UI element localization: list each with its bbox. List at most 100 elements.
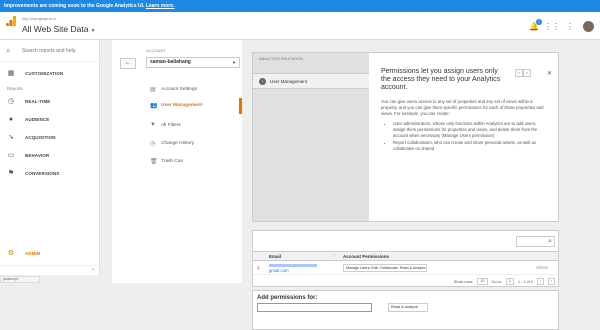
sidebar-item-label: ADMIN bbox=[25, 251, 41, 256]
apps-icon[interactable]: ⋮⋮ bbox=[544, 22, 560, 32]
person-icon: ● bbox=[8, 116, 14, 123]
analytics-logo-icon[interactable] bbox=[6, 16, 16, 26]
sidebar-item-label: REAL-TIME bbox=[25, 99, 51, 104]
more-vert-icon[interactable]: ⋮ bbox=[565, 22, 575, 32]
education-panel: ANALYTICS EDUCATION ! User Management Pe… bbox=[252, 52, 559, 222]
users-panel: ⌕ Email ↑ Account Permissions 1. gmail.c… bbox=[252, 230, 559, 287]
sidebar-item-label: BEHAVIOR bbox=[25, 153, 50, 158]
education-body: Permissions let you assign users only th… bbox=[369, 53, 558, 221]
goto-input[interactable]: 1 bbox=[505, 278, 514, 285]
table-header: Email ↑ Account Permissions bbox=[253, 251, 558, 261]
pagination: Show rows: 10 Go to: 1 1 - 1 of 1 ‹ › bbox=[454, 278, 555, 285]
education-sidebar: ANALYTICS EDUCATION ! User Management bbox=[253, 53, 369, 221]
chevron-down-icon: ▼ bbox=[232, 60, 236, 65]
account-label: ACCOUNT bbox=[146, 48, 166, 53]
history-icon: ◷ bbox=[150, 141, 156, 147]
permission-level-select[interactable]: Read & Analyze bbox=[388, 303, 428, 312]
bell-icon[interactable]: 🔔 1 bbox=[529, 18, 542, 32]
menu-trash-can[interactable]: 🗑 Trash Can bbox=[146, 154, 242, 170]
add-permissions-panel: Add permissions for: Read & Analyze bbox=[252, 290, 559, 330]
education-tag: ANALYTICS EDUCATION bbox=[259, 57, 303, 61]
search-input[interactable]: Search reports and help bbox=[22, 48, 75, 54]
education-text: You can give users access to any set of … bbox=[381, 99, 546, 153]
sidebar-item-audience[interactable]: ● AUDIENCE bbox=[0, 112, 100, 128]
avatar[interactable] bbox=[583, 21, 594, 32]
flag-icon: ⚑ bbox=[7, 170, 15, 177]
sidebar-item-behavior[interactable]: ▭ BEHAVIOR bbox=[0, 148, 100, 164]
sort-arrow-icon[interactable]: ↑ bbox=[333, 253, 336, 259]
menu-user-management[interactable]: 👥 User Management bbox=[146, 98, 242, 114]
property-selector[interactable]: All Web Site Data ▼ bbox=[22, 24, 95, 34]
search-icon: ⌕ bbox=[6, 46, 11, 55]
prev-page-icon[interactable]: ‹ bbox=[537, 278, 544, 285]
trash-icon: 🗑 bbox=[150, 159, 158, 165]
reports-header: Reports bbox=[7, 86, 23, 91]
collapse-sidebar[interactable]: ‹ bbox=[0, 265, 100, 275]
close-icon[interactable]: ✕ bbox=[547, 70, 552, 77]
property-name: All Web Site Data bbox=[22, 24, 89, 34]
building-icon: ▤ bbox=[150, 87, 156, 93]
education-bullet: User administrators, whose only function… bbox=[393, 121, 546, 139]
menu-label: All Filters bbox=[161, 123, 181, 128]
education-item[interactable]: ! User Management bbox=[253, 73, 369, 89]
education-item-label: User Management bbox=[270, 79, 308, 84]
column-permissions: Account Permissions bbox=[343, 254, 390, 259]
account-column: ← ACCOUNT saman-baliahang ▼ ▤ Account Se… bbox=[112, 40, 242, 283]
back-button[interactable]: ← bbox=[120, 58, 136, 69]
next-page-icon[interactable]: › bbox=[548, 278, 555, 285]
user-email[interactable]: gmail.com bbox=[269, 263, 317, 273]
search-icon: ⌕ bbox=[548, 238, 552, 245]
table-row: 1. gmail.com Manage Users, Edit, Collabo… bbox=[253, 261, 558, 275]
sidebar-item-conversions[interactable]: ⚑ CONVERSIONS bbox=[0, 166, 100, 182]
delete-link[interactable]: delete bbox=[536, 265, 548, 270]
learn-more-link[interactable]: Learn more. bbox=[146, 3, 175, 9]
chevron-left-icon: ‹ bbox=[92, 267, 94, 273]
clock-icon: ◷ bbox=[7, 98, 15, 105]
sidebar: ⌕ Search reports and help ▦ CUSTOMIZATIO… bbox=[0, 40, 100, 275]
education-paragraph: You can give users access to any set of … bbox=[381, 99, 544, 116]
menu-all-filters[interactable]: ▼ All Filters bbox=[146, 118, 242, 134]
caret-down-icon: ▼ bbox=[90, 28, 96, 34]
announcement-banner: Improvements are coming soon to the Goog… bbox=[0, 0, 600, 12]
prev-arrow-icon[interactable]: ‹ bbox=[515, 69, 523, 77]
menu-label: User Management bbox=[161, 103, 203, 108]
behavior-icon: ▭ bbox=[7, 152, 15, 159]
sidebar-item-acquisition[interactable]: ➘ ACQUISITION bbox=[0, 130, 100, 146]
education-heading: Permissions let you assign users only th… bbox=[381, 68, 501, 91]
users-icon: 👥 bbox=[150, 103, 158, 109]
filter-icon: ▼ bbox=[150, 122, 156, 128]
sidebar-item-label: AUDIENCE bbox=[25, 117, 50, 122]
account-name: saman-baliahang bbox=[150, 59, 191, 65]
education-bullet: Report collaborators, who can create and… bbox=[393, 140, 546, 152]
menu-label: Trash Can bbox=[161, 159, 184, 164]
menu-label: Account Settings bbox=[161, 87, 197, 92]
sidebar-item-customization[interactable]: ▦ CUSTOMIZATION bbox=[0, 66, 100, 82]
sidebar-search[interactable]: ⌕ Search reports and help bbox=[0, 40, 100, 62]
add-user-email-input[interactable] bbox=[257, 303, 372, 312]
acquisition-icon: ➘ bbox=[8, 134, 14, 141]
sidebar-item-admin[interactable]: ⚙ ADMIN bbox=[0, 246, 100, 262]
sidebar-item-label: CUSTOMIZATION bbox=[25, 71, 64, 76]
breadcrumb[interactable]: http://karajtejarat.ir/ bbox=[22, 16, 56, 21]
notification-badge: 1 bbox=[536, 18, 542, 25]
sidebar-item-realtime[interactable]: ◷ REAL-TIME bbox=[0, 94, 100, 110]
redacted-email bbox=[269, 264, 317, 268]
sidebar-item-label: CONVERSIONS bbox=[25, 171, 60, 176]
admin-content: ← ACCOUNT saman-baliahang ▼ ▤ Account Se… bbox=[102, 40, 600, 330]
status-bar: javascript: bbox=[0, 276, 40, 283]
row-number: 1. bbox=[257, 265, 261, 270]
user-search-input[interactable]: ⌕ bbox=[516, 236, 555, 247]
banner-text: Improvements are coming soon to the Goog… bbox=[4, 3, 145, 9]
menu-change-history[interactable]: ◷ Change History bbox=[146, 136, 242, 152]
menu-account-settings[interactable]: ▤ Account Settings bbox=[146, 82, 242, 98]
app-header: http://karajtejarat.ir/ All Web Site Dat… bbox=[0, 12, 600, 40]
email-domain: gmail.com bbox=[269, 268, 289, 273]
column-email[interactable]: Email bbox=[269, 254, 281, 259]
add-permissions-title: Add permissions for: bbox=[257, 295, 318, 301]
rows-per-page-select[interactable]: 10 bbox=[477, 278, 488, 285]
next-arrow-icon[interactable]: › bbox=[523, 69, 531, 77]
permissions-dropdown[interactable]: Manage Users, Edit, Collaborate, Read & … bbox=[343, 264, 427, 272]
gear-icon: ⚙ bbox=[7, 250, 15, 257]
menu-label: Change History bbox=[161, 141, 195, 146]
account-selector[interactable]: saman-baliahang ▼ bbox=[146, 57, 240, 68]
